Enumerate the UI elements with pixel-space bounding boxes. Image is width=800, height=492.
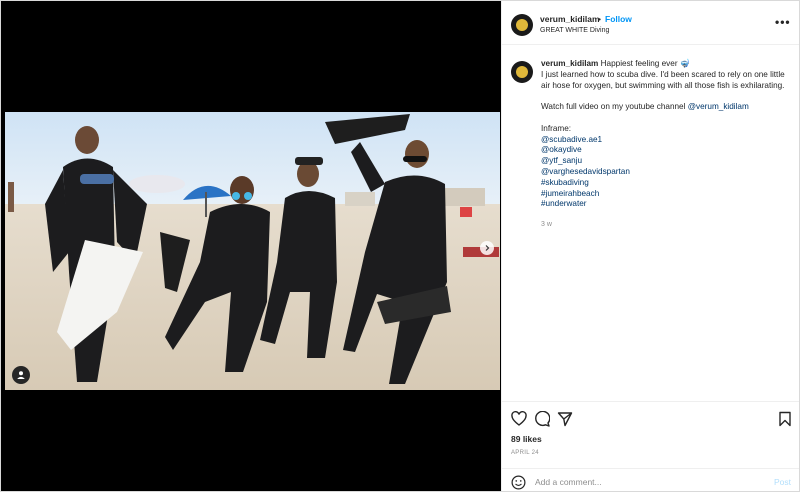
- separator-dot: •: [598, 14, 601, 24]
- tag-link[interactable]: @scubadive.ae1: [541, 135, 793, 146]
- media-area: [1, 1, 501, 491]
- heart-icon[interactable]: [511, 411, 527, 427]
- user-tag-icon: [17, 371, 25, 379]
- more-options-button[interactable]: •••: [775, 15, 791, 29]
- caption-username[interactable]: verum_kidilam: [541, 59, 598, 68]
- post-username[interactable]: verum_kidilam: [540, 14, 600, 24]
- post-photo[interactable]: [5, 112, 500, 390]
- post-comment-button[interactable]: Post: [774, 477, 791, 487]
- hashtag-link[interactable]: #underwater: [541, 199, 793, 210]
- carousel-next-button[interactable]: [480, 241, 494, 255]
- caption-title: Happiest feeling ever 🤿: [600, 59, 691, 68]
- bookmark-icon[interactable]: [777, 411, 793, 427]
- tag-link[interactable]: @ytf_sanju: [541, 156, 793, 167]
- tag-link[interactable]: @okaydive: [541, 145, 793, 156]
- user-tag-button[interactable]: [12, 366, 30, 384]
- tag-link[interactable]: @varghesedavidspartan: [541, 167, 793, 178]
- youtube-handle-link[interactable]: @verum_kidilam: [688, 102, 749, 111]
- follow-button[interactable]: Follow: [605, 14, 632, 24]
- caption-avatar[interactable]: [511, 61, 533, 83]
- post-location[interactable]: GREAT WHITE Diving: [540, 27, 609, 34]
- chevron-right-icon: [485, 245, 490, 251]
- youtube-text: Watch full video on my youtube channel: [541, 102, 686, 112]
- youtube-line: Watch full video on my youtube channel @…: [541, 102, 793, 113]
- caption-time-ago[interactable]: 3 w: [541, 221, 552, 228]
- hashtag-link[interactable]: #jumeirahbeach: [541, 189, 793, 200]
- action-bar: [502, 401, 799, 433]
- comment-icon[interactable]: [534, 411, 550, 427]
- inframe-label: Inframe:: [541, 123, 572, 133]
- hashtag-link[interactable]: #skubadiving: [541, 178, 793, 189]
- avatar[interactable]: [511, 14, 533, 36]
- post-date: APRIL 24: [511, 450, 539, 456]
- send-icon[interactable]: [557, 411, 573, 427]
- comment-bar: Post: [502, 468, 799, 491]
- likes-count[interactable]: 89 likes: [511, 434, 542, 444]
- smiley-icon[interactable]: [511, 475, 526, 490]
- comment-input[interactable]: [535, 474, 765, 489]
- post-header: verum_kidilam • Follow GREAT WHITE Divin…: [502, 1, 799, 45]
- caption-body: I just learned how to scuba dive. I'd be…: [541, 69, 785, 90]
- instagram-post-modal: verum_kidilam • Follow GREAT WHITE Divin…: [0, 0, 800, 492]
- post-details-panel: verum_kidilam • Follow GREAT WHITE Divin…: [501, 1, 799, 491]
- caption-text: verum_kidilam Happiest feeling ever 🤿 I …: [541, 59, 793, 210]
